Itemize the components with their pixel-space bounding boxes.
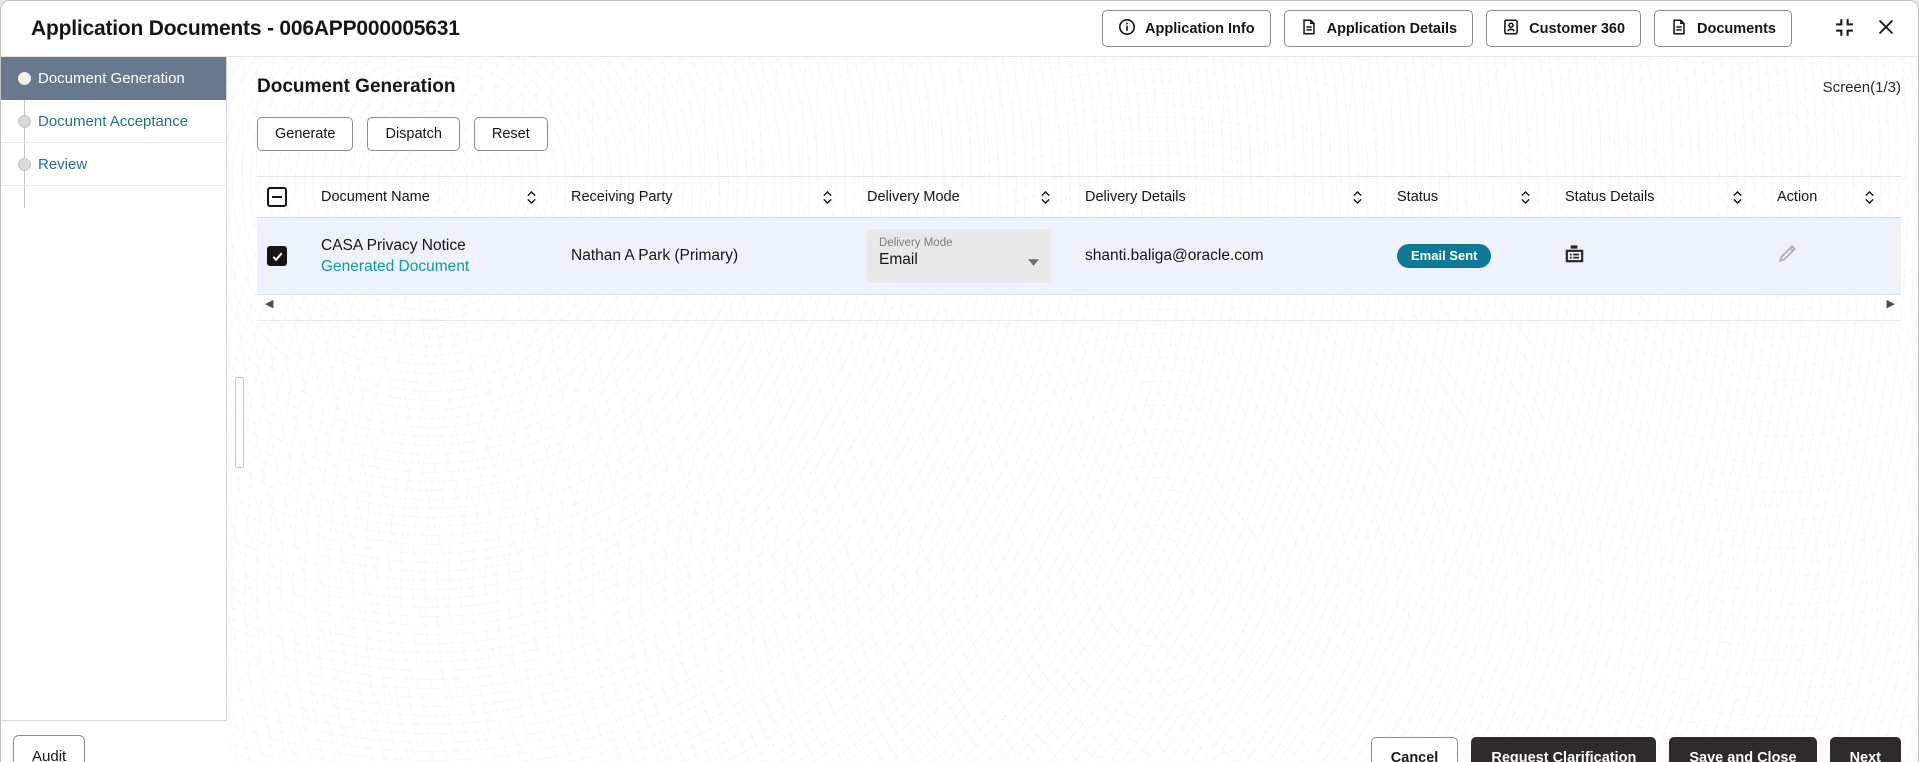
audit-button[interactable]: Audit <box>13 735 86 762</box>
header-actions: Application Info Application Details Cus… <box>1102 10 1900 47</box>
indeterminate-dash-icon <box>272 195 282 199</box>
step-dot <box>18 114 31 128</box>
button-label: Application Info <box>1145 20 1255 37</box>
select-all-checkbox[interactable] <box>267 187 287 207</box>
sort-icon[interactable] <box>1040 190 1051 205</box>
window-header: Application Documents - 006APP000005631 … <box>1 1 1918 57</box>
column-header-action: Action <box>1769 189 1901 205</box>
document-name: CASA Privacy Notice <box>321 236 466 254</box>
row-checkbox[interactable] <box>267 246 287 266</box>
sort-icon[interactable] <box>1864 190 1875 205</box>
column-label: Receiving Party <box>571 189 673 205</box>
customer-360-button[interactable]: Customer 360 <box>1486 10 1642 47</box>
sort-icon[interactable] <box>1352 190 1363 205</box>
page-title: Application Documents - 006APP000005631 <box>31 16 460 40</box>
receiving-party-cell: Nathan A Park (Primary) <box>571 247 739 264</box>
button-label: Application Details <box>1326 20 1458 37</box>
table-header-row: Document Name Receiving Party Delivery M… <box>257 177 1901 218</box>
document-status-icon[interactable] <box>1563 242 1586 270</box>
screen-indicator: Screen(1/3) <box>1822 79 1901 96</box>
sidebar-item-review[interactable]: Review <box>1 143 226 186</box>
action-cell <box>1769 241 1901 271</box>
column-header-status-details: Status Details <box>1557 189 1769 205</box>
cancel-button[interactable]: Cancel <box>1370 737 1459 762</box>
save-and-close-button[interactable]: Save and Close <box>1669 737 1817 762</box>
documents-button[interactable]: Documents <box>1654 10 1792 47</box>
sort-icon[interactable] <box>1520 190 1531 205</box>
select-floating-label: Delivery Mode <box>879 237 953 249</box>
column-header-delivery-details: Delivery Details <box>1077 189 1389 205</box>
panel-title: Document Generation <box>257 76 456 97</box>
documents-table: Document Name Receiving Party Delivery M… <box>257 176 1901 321</box>
customer-card-icon <box>1502 18 1520 40</box>
column-label: Document Name <box>321 189 430 205</box>
column-header-delivery-mode: Delivery Mode <box>859 189 1077 205</box>
footer-actions: Cancel Request Clarification Save and Cl… <box>1370 737 1901 762</box>
request-clarification-button[interactable]: Request Clarification <box>1471 737 1657 762</box>
document-toolbar: Generate Dispatch Reset <box>228 98 1918 151</box>
collapse-button[interactable] <box>1830 13 1859 45</box>
generate-button[interactable]: Generate <box>257 117 354 151</box>
step-dot <box>18 71 31 85</box>
horizontal-scrollbar: ◀ ▶ <box>257 295 1901 321</box>
application-info-button[interactable]: Application Info <box>1102 10 1271 47</box>
delivery-details-cell: shanti.baliga@oracle.com <box>1085 247 1264 264</box>
select-value: Email <box>879 251 918 268</box>
column-header-status: Status <box>1389 189 1557 205</box>
status-badge: Email Sent <box>1397 243 1492 269</box>
delivery-mode-cell: Delivery Mode Email <box>859 229 1077 283</box>
row-select-cell <box>257 246 313 266</box>
edit-pencil-icon[interactable] <box>1775 241 1800 271</box>
reset-button[interactable]: Reset <box>473 117 548 151</box>
step-label: Document Generation <box>38 69 185 87</box>
column-label: Status Details <box>1565 189 1655 205</box>
step-dot <box>18 157 31 171</box>
application-documents-window: Application Documents - 006APP000005631 … <box>0 0 1919 762</box>
close-button[interactable] <box>1872 13 1900 44</box>
document-icon <box>1300 18 1318 40</box>
workflow-stepper-sidebar: Document Generation Document Acceptance … <box>1 57 227 721</box>
dispatch-button[interactable]: Dispatch <box>367 117 460 151</box>
close-icon <box>1876 17 1896 40</box>
button-label: Documents <box>1697 20 1776 37</box>
scroll-left-arrow[interactable]: ◀ <box>265 299 273 310</box>
check-icon <box>272 252 282 261</box>
column-label: Status <box>1397 189 1439 205</box>
scroll-right-arrow[interactable]: ▶ <box>1887 299 1895 310</box>
button-label: Customer 360 <box>1529 20 1626 37</box>
column-label: Action <box>1777 189 1818 205</box>
column-header-document-name: Document Name <box>313 189 563 205</box>
step-label: Review <box>38 155 88 173</box>
collapse-icon <box>1834 17 1855 41</box>
delivery-mode-select[interactable]: Delivery Mode Email <box>867 229 1051 283</box>
chevron-down-icon <box>1028 253 1039 271</box>
column-header-receiving-party: Receiving Party <box>563 189 859 205</box>
column-label: Delivery Mode <box>867 189 960 205</box>
sort-icon[interactable] <box>822 190 833 205</box>
select-all-cell <box>257 187 313 207</box>
sidebar-item-document-acceptance[interactable]: Document Acceptance <box>1 100 226 143</box>
document-generation-panel: Document Generation Screen(1/3) Generate… <box>228 57 1918 762</box>
step-label: Document Acceptance <box>38 112 189 130</box>
sidebar-item-document-generation[interactable]: Document Generation <box>1 57 226 100</box>
next-button[interactable]: Next <box>1829 737 1901 762</box>
generated-document-link[interactable]: Generated Document <box>321 258 563 276</box>
info-icon <box>1118 18 1136 40</box>
status-details-cell <box>1557 242 1769 270</box>
sort-icon[interactable] <box>1732 190 1743 205</box>
document-name-cell: CASA Privacy Notice Generated Document <box>313 237 563 276</box>
document-icon <box>1670 18 1688 40</box>
application-details-button[interactable]: Application Details <box>1283 10 1474 47</box>
vertical-scrollbar-handle[interactable] <box>235 377 244 468</box>
status-cell: Email Sent <box>1389 243 1557 269</box>
column-label: Delivery Details <box>1085 189 1186 205</box>
panel-header: Document Generation Screen(1/3) <box>228 57 1918 98</box>
table-row: CASA Privacy Notice Generated Document N… <box>257 218 1901 295</box>
sort-icon[interactable] <box>526 190 537 205</box>
